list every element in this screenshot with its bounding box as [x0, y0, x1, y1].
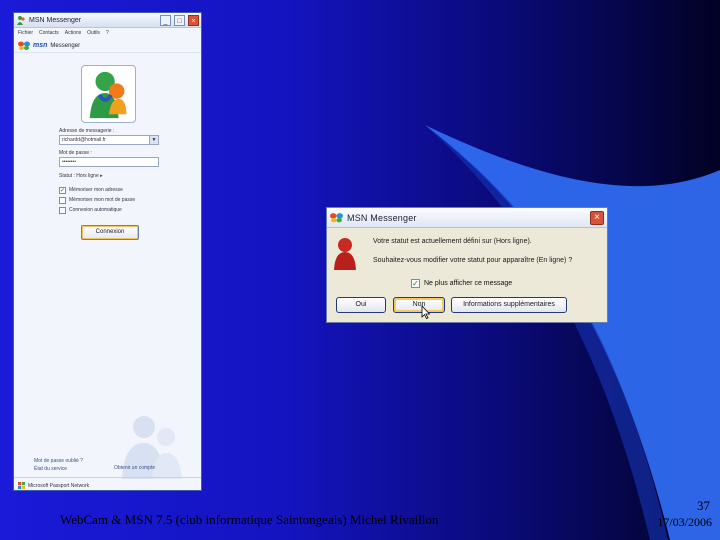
- email-field[interactable]: richardd@hotmail.fr ▼: [59, 135, 159, 145]
- msn-logo: msn Messenger: [14, 39, 201, 53]
- help-links: Mot de passe oublié ? État du service: [34, 457, 83, 473]
- remember-password-row[interactable]: Mémoriser mon mot de passe: [59, 195, 199, 205]
- msn-buddy-icon: [17, 16, 25, 25]
- status-dialog: MSN Messenger × Votre statut est actuell…: [326, 207, 608, 323]
- menu-fichier[interactable]: Fichier: [18, 30, 33, 37]
- get-account-link[interactable]: Obtenir un compte: [114, 465, 155, 471]
- dialog-message-2: Souhaitez-vous modifier votre statut pou…: [373, 257, 573, 264]
- slide-footer-text: WebCam & MSN 7.5 (club informatique Sain…: [60, 512, 439, 527]
- remember-address-row[interactable]: ✓ Mémoriser mon adresse: [59, 185, 199, 195]
- auto-connect-checkbox[interactable]: [59, 206, 66, 214]
- maximize-icon[interactable]: □: [174, 14, 185, 26]
- msn-messenger-window: MSN Messenger _ □ × Fichier Contacts Act…: [13, 12, 202, 491]
- dialog-message-1: Votre statut est actuellement défini sur…: [373, 238, 532, 245]
- avatar[interactable]: [81, 65, 136, 123]
- email-label: Adresse de messagerie :: [59, 128, 115, 134]
- close-icon[interactable]: ×: [590, 210, 604, 225]
- menu-outils[interactable]: Outils: [87, 30, 100, 37]
- menu-help[interactable]: ?: [106, 30, 109, 37]
- more-info-button[interactable]: Informations supplémentaires: [451, 297, 567, 313]
- remember-password-checkbox[interactable]: [59, 196, 66, 204]
- dialog-title: MSN Messenger: [347, 212, 417, 223]
- slide-page-number: 37: [697, 498, 710, 513]
- msn-buddy-avatar-icon: [89, 71, 127, 119]
- yes-button[interactable]: Oui: [336, 297, 386, 313]
- remember-address-checkbox[interactable]: ✓: [59, 186, 66, 194]
- msn-offline-buddy-icon: [334, 238, 356, 270]
- microsoft-flag-icon: [18, 482, 25, 489]
- minimize-icon[interactable]: _: [160, 14, 171, 26]
- msn-titlebar: MSN Messenger _ □ ×: [14, 13, 201, 28]
- connect-button[interactable]: Connexion: [81, 225, 139, 240]
- signin-form: Adresse de messagerie : richardd@hotmail…: [59, 127, 199, 240]
- email-value: richardd@hotmail.fr: [62, 137, 106, 143]
- chevron-down-icon[interactable]: ▼: [149, 136, 158, 144]
- service-status-link[interactable]: État du service: [34, 465, 83, 473]
- password-value: ••••••••: [62, 159, 77, 165]
- no-button[interactable]: Non: [393, 297, 445, 313]
- dialog-titlebar: MSN Messenger ×: [327, 208, 607, 228]
- msn-footer: Microsoft Passport Network: [14, 477, 201, 490]
- password-label: Mot de passe :: [59, 150, 92, 156]
- dont-show-again-label: Ne plus afficher ce message: [424, 280, 513, 287]
- dont-show-again-row[interactable]: ✓ Ne plus afficher ce message: [411, 279, 512, 288]
- status-selector[interactable]: Statut : Hors ligne ▸: [59, 171, 199, 181]
- close-icon[interactable]: ×: [188, 14, 199, 26]
- status-arrow-icon: ▸: [100, 173, 103, 179]
- menu-contacts[interactable]: Contacts: [39, 30, 59, 37]
- msn-logo-word: Messenger: [50, 42, 81, 49]
- passport-footer-text: Microsoft Passport Network: [28, 482, 90, 489]
- password-field[interactable]: ••••••••: [59, 157, 159, 167]
- menu-actions[interactable]: Actions: [65, 30, 81, 37]
- status-label: Statut :: [59, 173, 75, 179]
- msn-brand: msn: [33, 42, 48, 49]
- status-value: Hors ligne: [76, 173, 99, 179]
- remember-address-label: Mémoriser mon adresse: [69, 187, 123, 193]
- slide-date: 17/03/2006: [657, 515, 712, 529]
- forgot-password-link[interactable]: Mot de passe oublié ?: [34, 457, 83, 465]
- msn-menubar: Fichier Contacts Actions Outils ?: [14, 28, 201, 39]
- dont-show-again-checkbox[interactable]: ✓: [411, 279, 420, 288]
- msn-butterfly-icon: [330, 213, 343, 223]
- mouse-cursor-icon: [421, 305, 431, 319]
- auto-connect-label: Connexion automatique: [69, 207, 122, 213]
- remember-password-label: Mémoriser mon mot de passe: [69, 197, 136, 203]
- msn-window-title: MSN Messenger: [29, 16, 82, 24]
- auto-connect-row[interactable]: Connexion automatique: [59, 205, 199, 215]
- msn-butterfly-icon: [18, 41, 30, 50]
